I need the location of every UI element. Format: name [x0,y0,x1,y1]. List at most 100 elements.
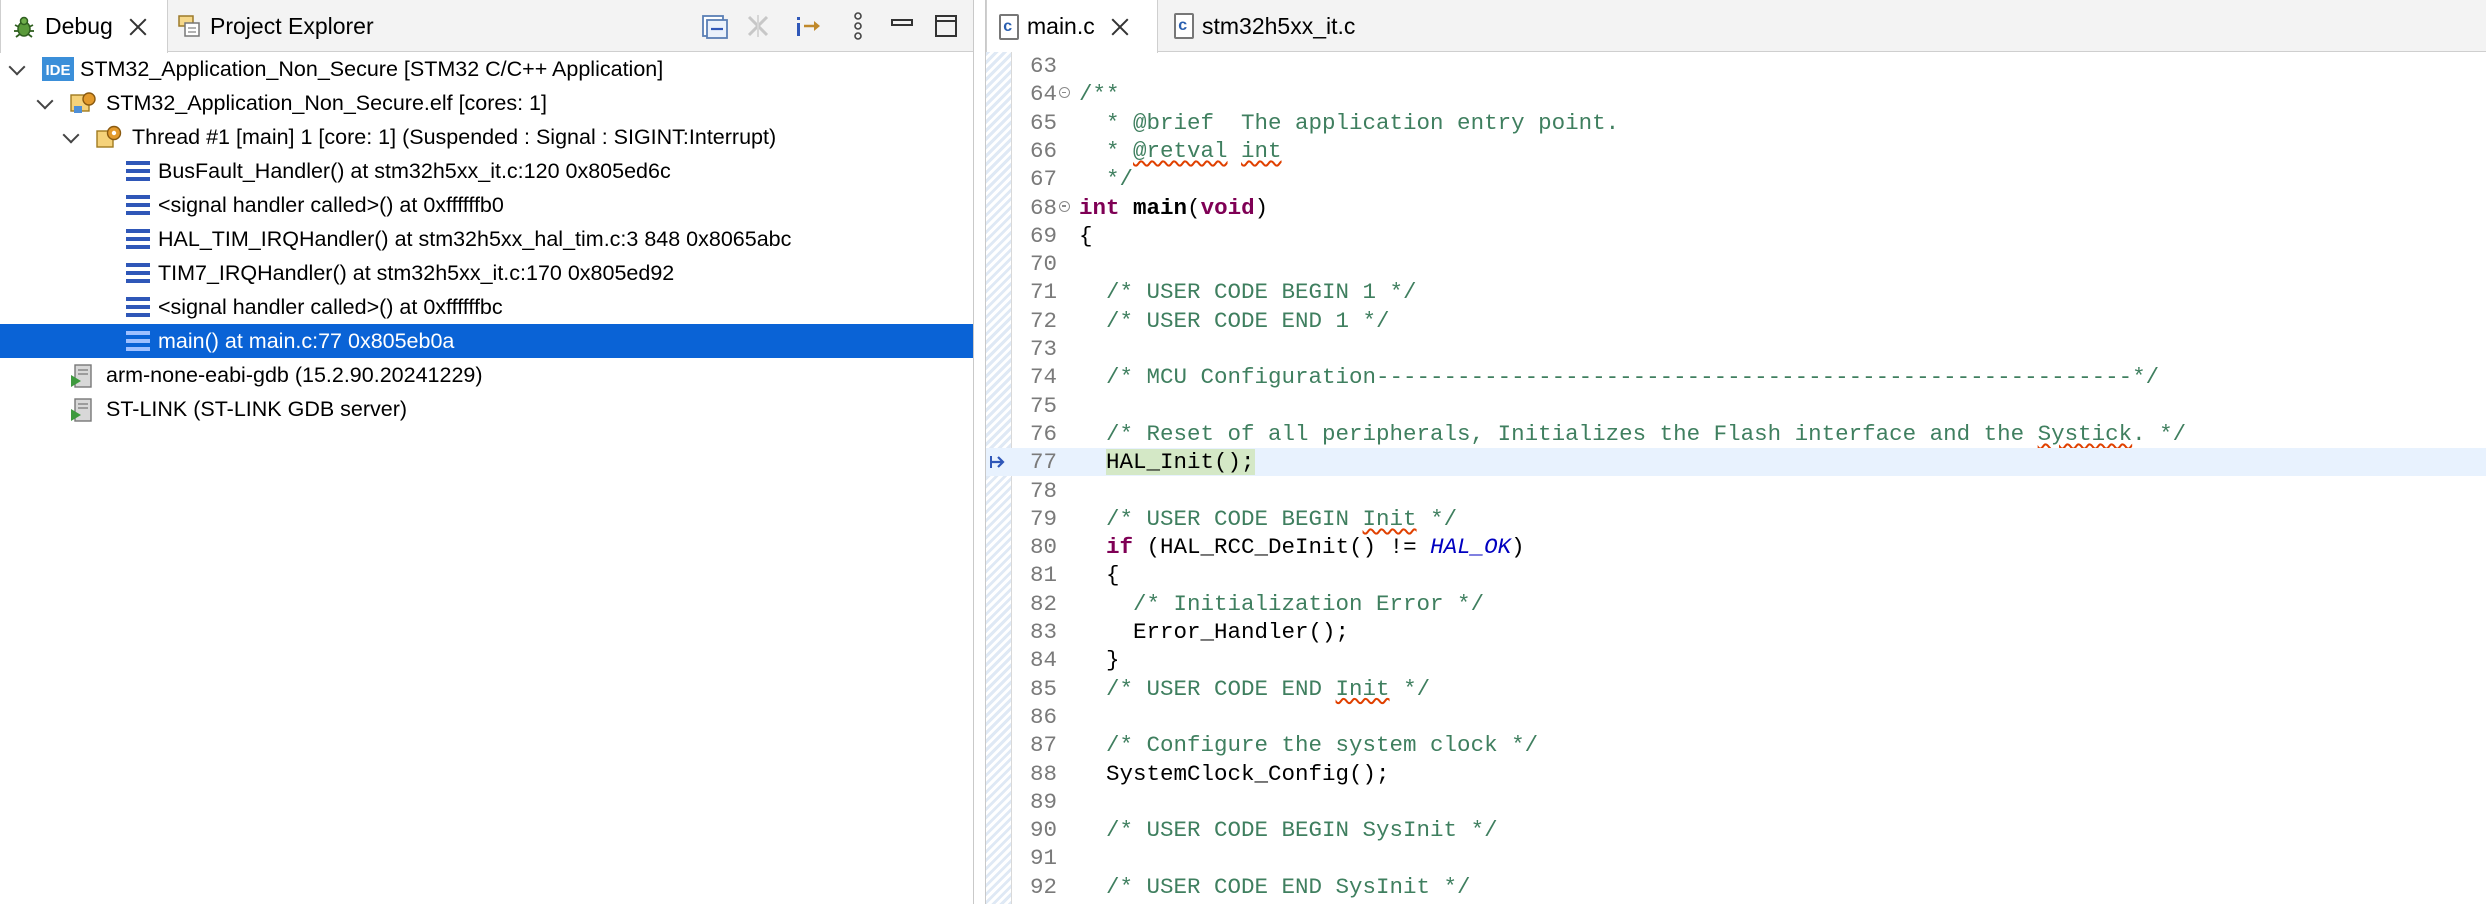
line-number: 81 [1029,562,1057,589]
code-line[interactable]: 78 [986,477,2486,505]
thread-suspended-icon [96,125,122,149]
tree-item-elf-process[interactable]: STM32_Application_Non_Secure.elf [cores:… [0,86,973,120]
tree-item-label: <signal handler called>() at 0xffffffb0 [158,193,504,217]
code-line[interactable]: 92 /* USER CODE END SysInit */ [986,873,2486,901]
code-line[interactable]: 89 [986,788,2486,816]
close-icon[interactable] [1109,16,1131,38]
code-text: { [1079,562,1120,589]
line-number: 68 [1029,194,1057,221]
line-number: 74 [1029,364,1057,391]
code-line[interactable]: 73 [986,335,2486,363]
code-editor[interactable]: 63 64/** 65 * @brief The application entry… [986,52,2486,904]
line-number: 76 [1029,420,1057,447]
stack-frame-item[interactable]: HAL_TIM_IRQHandler() at stm32h5xx_hal_ti… [0,222,973,256]
code-line[interactable]: 91 [986,844,2486,872]
code-text: SystemClock_Config(); [1079,760,1390,787]
code-text: /* Configure the system clock */ [1079,732,1539,759]
tab-main-c[interactable]: c main.c [986,0,1158,53]
gdb-process-icon [70,363,96,388]
tree-item-launch[interactable]: IDE STM32_Application_Non_Secure [STM32 … [0,52,973,86]
close-icon[interactable] [127,16,149,38]
step-into-selection-icon[interactable] [794,10,826,42]
stack-frame-item[interactable]: TIM7_IRQHandler() at stm32h5xx_it.c:170 … [0,256,973,290]
expand-arrow-icon[interactable] [36,86,56,120]
process-icon [70,91,96,115]
code-line[interactable]: 63 [986,52,2486,80]
code-text: /* USER CODE BEGIN 1 */ [1079,279,1417,306]
tree-item-thread[interactable]: Thread #1 [main] 1 [core: 1] (Suspended … [0,120,973,154]
code-line[interactable]: 72 /* USER CODE END 1 */ [986,307,2486,335]
stack-frame-item[interactable]: BusFault_Handler() at stm32h5xx_it.c:120… [0,154,973,188]
stack-frame-item-selected[interactable]: main() at main.c:77 0x805eb0a [0,324,973,358]
code-line[interactable]: 87 /* Configure the system clock */ [986,731,2486,759]
tree-item-label: TIM7_IRQHandler() at stm32h5xx_it.c:170 … [158,261,675,285]
view-menu-icon[interactable] [842,10,874,42]
stack-frame-icon [126,295,150,319]
tree-item-stlink[interactable]: ST-LINK (ST-LINK GDB server) [0,392,973,426]
tree-item-label: ST-LINK (ST-LINK GDB server) [106,397,408,421]
code-line[interactable]: 65 * @brief The application entry point. [986,109,2486,137]
expand-arrow-icon[interactable] [8,52,28,86]
line-number: 90 [1029,817,1057,844]
debug-view: Debug Project Explorer IDE STM32_Applica… [0,0,974,904]
code-text: * @retval int [1079,137,1282,164]
code-line[interactable]: 74 /* MCU Configuration-----------------… [986,363,2486,391]
code-line[interactable]: 70 [986,250,2486,278]
tab-stm32h5xx-it-c-label: stm32h5xx_it.c [1202,12,1356,39]
code-line[interactable]: 88 SystemClock_Config(); [986,760,2486,788]
maximize-icon[interactable] [930,10,962,42]
code-line[interactable]: 69 { [986,222,2486,250]
code-line[interactable]: 90 /* USER CODE BEGIN SysInit */ [986,816,2486,844]
line-number: 79 [1029,505,1057,532]
line-number: 70 [1029,251,1057,278]
line-number: 64 [1029,81,1057,108]
line-number: 78 [1029,477,1057,504]
tab-stm32h5xx-it-c[interactable]: c stm32h5xx_it.c [1166,0,1406,52]
tab-project-explorer[interactable]: Project Explorer [176,0,406,52]
fold-toggle-icon[interactable] [1059,200,1070,212]
code-line[interactable]: 80 if (HAL_RCC_DeInit() != HAL_OK) [986,533,2486,561]
expand-arrow-icon[interactable] [62,120,82,154]
code-line[interactable]: 66 * @retval int [986,137,2486,165]
instruction-pointer-icon [990,456,1005,469]
code-line[interactable]: 64 /** [986,80,2486,108]
code-line[interactable]: 71 /* USER CODE BEGIN 1 */ [986,278,2486,306]
collapse-all-icon[interactable] [698,10,730,42]
stack-frame-icon [126,329,150,353]
fold-toggle-icon[interactable] [1059,87,1070,99]
code-line[interactable]: 85 /* USER CODE END Init */ [986,675,2486,703]
code-text: /* USER CODE END Init */ [1079,675,1431,702]
code-line[interactable]: 79 /* USER CODE BEGIN Init */ [986,505,2486,533]
tab-debug[interactable]: Debug [0,0,168,53]
bug-icon [11,14,37,40]
code-text: Error_Handler(); [1079,619,1350,645]
c-file-icon: c [999,13,1019,40]
c-file-icon: c [1174,13,1194,39]
code-line[interactable]: 81 { [986,561,2486,589]
ide-launch-icon: IDE [42,57,74,81]
code-line[interactable]: 67 */ [986,165,2486,193]
stack-frame-icon [126,193,150,217]
line-number: 72 [1029,307,1057,334]
code-text: /* USER CODE END SysInit */ [1079,873,1471,900]
line-number: 67 [1029,166,1057,193]
stack-frame-item[interactable]: <signal handler called>() at 0xffffffb0 [0,188,973,222]
line-number: 77 [1029,449,1057,476]
code-line[interactable]: 84 } [986,646,2486,674]
project-explorer-icon [176,13,202,39]
code-line[interactable]: 75 [986,392,2486,420]
tree-item-label: STM32_Application_Non_Secure [STM32 C/C+… [80,57,664,81]
code-line[interactable]: 68 int main(void) [986,194,2486,222]
line-number: 91 [1029,845,1057,872]
code-line[interactable]: 76 /* Reset of all peripherals, Initiali… [986,420,2486,448]
tree-item-gdb[interactable]: arm-none-eabi-gdb (15.2.90.20241229) [0,358,973,392]
code-line[interactable]: 83 Error_Handler(); [986,618,2486,646]
stack-frame-item[interactable]: <signal handler called>() at 0xffffffbc [0,290,973,324]
code-line[interactable]: 86 [986,703,2486,731]
remove-terminated-icon[interactable] [742,10,774,42]
minimize-icon[interactable] [886,10,918,42]
code-text: { [1079,222,1093,249]
code-line[interactable]: 77 HAL_Init(); [986,448,2486,477]
code-line[interactable]: 82 /* Initialization Error */ [986,590,2486,618]
tree-item-label: STM32_Application_Non_Secure.elf [cores:… [106,91,547,115]
